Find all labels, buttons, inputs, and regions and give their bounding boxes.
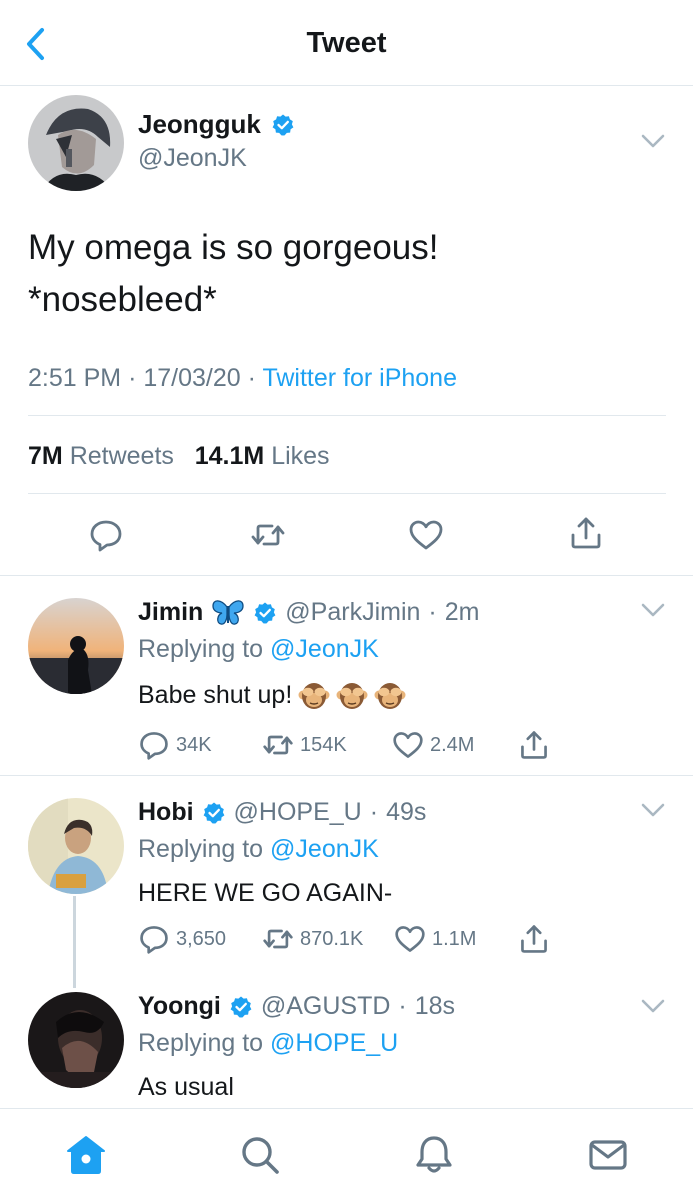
author-handle[interactable]: @AGUSTD — [261, 992, 391, 1021]
retweet-icon — [263, 735, 293, 755]
share-icon — [521, 731, 547, 759]
verified-badge-icon — [254, 602, 276, 623]
retweet-button[interactable]: 154K — [262, 729, 392, 761]
tweet-text: My omega is so gorgeous! *nosebleed* — [28, 222, 658, 326]
tweet-text: HERE WE GO AGAIN- — [138, 879, 393, 907]
meta-separator: · — [428, 598, 437, 626]
retweet-button[interactable]: 870.1K — [262, 923, 394, 955]
see-no-evil-monkey-emoji-icon — [336, 683, 368, 709]
home-icon[interactable] — [64, 1133, 108, 1177]
butterfly-emoji-icon — [212, 599, 244, 625]
reply-count: 3,650 — [176, 927, 227, 950]
divider — [0, 575, 693, 576]
retweet-count: 870.1K — [300, 927, 364, 950]
retweets-stat[interactable]: 7M Retweets — [28, 442, 174, 470]
meta-separator: · — [398, 992, 407, 1020]
reply-icon — [140, 926, 168, 954]
thread-connector — [73, 896, 76, 988]
avatar[interactable] — [28, 992, 124, 1088]
likes-stat[interactable]: 14.1M Likes — [195, 442, 330, 470]
divider — [0, 775, 693, 776]
meta-separator: · — [247, 364, 263, 392]
tweet-date: 17/03/20 — [143, 364, 241, 392]
tweet-actions: 34K 154K 2.4M — [138, 729, 550, 761]
see-no-evil-monkey-emoji-icon — [298, 683, 330, 709]
tweet-time: 18s — [414, 992, 456, 1020]
meta-separator: · — [128, 364, 144, 392]
notifications-icon[interactable] — [412, 1133, 456, 1177]
mention-link[interactable]: @JeonJK — [270, 835, 379, 863]
like-count: 1.1M — [432, 927, 477, 950]
verified-badge-icon — [230, 996, 252, 1017]
replying-to: Replying to @HOPE_U — [138, 1029, 399, 1057]
top-nav-bar: Tweet — [0, 0, 693, 86]
divider — [28, 415, 666, 416]
like-icon — [393, 732, 423, 758]
tweet-text-line: *nosebleed* — [28, 280, 217, 319]
tweet-time: 2m — [444, 598, 480, 626]
tweet-source-link[interactable]: Twitter for iPhone — [262, 364, 457, 392]
avatar[interactable] — [28, 598, 124, 694]
tweet-text: As usual — [138, 1073, 234, 1101]
verified-badge-icon — [203, 802, 224, 823]
verified-badge-icon — [272, 114, 294, 135]
messages-icon[interactable] — [586, 1133, 630, 1177]
like-icon — [395, 926, 425, 952]
retweet-icon — [263, 929, 293, 949]
replying-to: Replying to @JeonJK — [138, 635, 379, 663]
mention-link[interactable]: @HOPE_U — [270, 1029, 398, 1057]
retweet-count: 154K — [300, 733, 347, 756]
see-no-evil-monkey-emoji-icon — [374, 683, 406, 709]
tweet-meta: 2:51 PM · 17/03/20 · Twitter for iPhone — [28, 364, 457, 393]
chevron-down-icon[interactable] — [640, 602, 666, 618]
like-icon[interactable] — [408, 517, 444, 553]
chevron-down-icon[interactable] — [640, 802, 666, 818]
share-icon[interactable] — [568, 515, 604, 551]
tweet-time: 2:51 PM — [28, 364, 122, 392]
search-icon[interactable] — [238, 1133, 282, 1177]
tweet-text: Babe shut up! — [138, 679, 406, 711]
author-name[interactable]: Hobi — [138, 798, 194, 827]
reply-button[interactable]: 3,650 — [138, 923, 262, 955]
like-button[interactable]: 1.1M — [394, 923, 518, 955]
avatar[interactable] — [28, 95, 124, 191]
chevron-down-icon[interactable] — [640, 998, 666, 1014]
like-button[interactable]: 2.4M — [392, 729, 518, 761]
tweet-actions: 3,650 870.1K 1.1M — [138, 923, 550, 955]
author-handle[interactable]: @HOPE_U — [234, 798, 362, 827]
page-title: Tweet — [306, 27, 387, 59]
reply-icon — [140, 732, 168, 760]
author-name[interactable]: Jimin — [138, 598, 203, 627]
replying-to: Replying to @JeonJK — [138, 835, 379, 863]
author-handle[interactable]: @ParkJimin — [285, 598, 420, 627]
avatar[interactable] — [28, 798, 124, 894]
chevron-down-icon[interactable] — [640, 133, 666, 149]
like-count: 2.4M — [430, 733, 475, 756]
tweet-text-line: My omega is so gorgeous! — [28, 228, 439, 267]
bottom-tab-bar — [0, 1108, 693, 1200]
tweet-time: 49s — [386, 798, 427, 826]
reply-icon[interactable] — [88, 517, 124, 553]
author-name[interactable]: Yoongi — [138, 992, 221, 1021]
divider — [28, 493, 666, 494]
reply-button[interactable]: 34K — [138, 729, 262, 761]
share-icon — [521, 925, 547, 953]
author-handle[interactable]: @JeonJK — [138, 144, 247, 173]
author-name[interactable]: Jeongguk — [138, 109, 261, 140]
mention-link[interactable]: @JeonJK — [270, 635, 379, 663]
share-button[interactable] — [518, 729, 550, 761]
meta-separator: · — [369, 798, 379, 826]
share-button[interactable] — [518, 923, 550, 955]
retweet-icon[interactable] — [250, 517, 286, 553]
tweet-stats: 7M Retweets 14.1M Likes — [28, 442, 330, 471]
reply-count: 34K — [176, 733, 212, 756]
